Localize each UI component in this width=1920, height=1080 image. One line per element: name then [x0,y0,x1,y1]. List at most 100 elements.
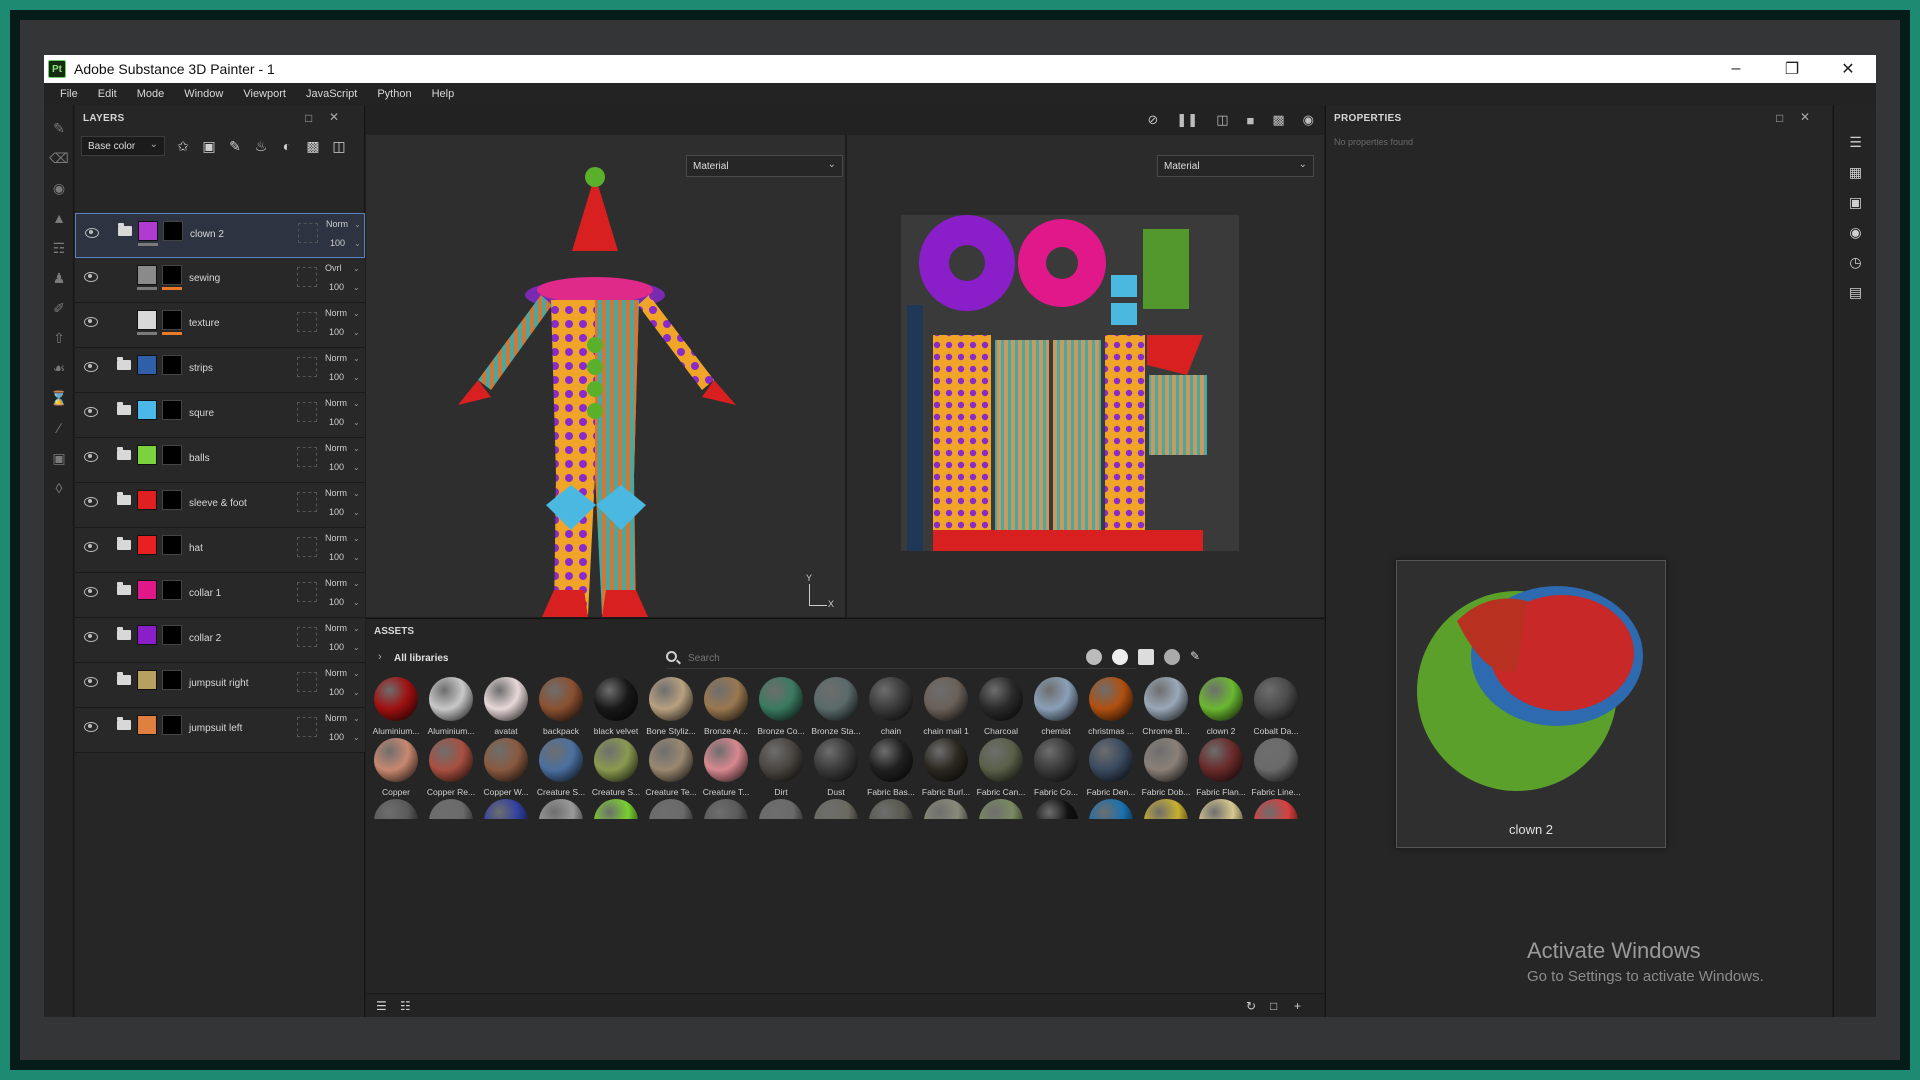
layer-row[interactable]: sewing Ovrl ⌄ 100 ⌄ [75,258,365,303]
blend-mode[interactable]: Norm [325,353,347,363]
hide-ui-icon[interactable]: ⊘ [1148,112,1159,128]
layer-opacity[interactable]: 100 [329,642,344,652]
blend-mode[interactable]: Norm [325,398,347,408]
layer-row[interactable]: collar 1 Norm ⌄ 100 ⌄ [75,573,365,618]
add-smart-material-icon[interactable]: ◐ [279,138,295,154]
asset-item[interactable]: Creature Te... [645,738,697,797]
menu-viewport[interactable]: Viewport [233,88,296,100]
asset-item[interactable] [645,799,697,819]
paint-brush-icon[interactable]: ✎ [44,113,74,143]
add-folder-icon[interactable]: ▩ [305,138,321,155]
asset-item[interactable]: Dust [810,738,862,797]
layer-opacity[interactable]: 100 [329,417,344,427]
layer-row[interactable]: squre Norm ⌄ 100 ⌄ [75,393,365,438]
asset-item[interactable]: Cobalt Da... [1250,677,1302,736]
blend-mode[interactable]: Ovrl [325,263,342,273]
asset-item[interactable] [975,799,1027,819]
filter-smart-materials-icon[interactable] [1086,649,1102,665]
close-button[interactable]: ✕ [1820,55,1876,83]
restore-button[interactable]: ❐ [1764,55,1820,83]
undock-icon[interactable]: □ [1776,111,1784,125]
delete-layer-icon[interactable]: ◫ [331,138,347,155]
list-view-icon[interactable]: ☰ [376,999,387,1013]
asset-item[interactable] [590,799,642,819]
symmetry-icon[interactable]: ◫ [1216,112,1228,128]
menu-window[interactable]: Window [174,88,233,100]
asset-item[interactable] [1195,799,1247,819]
add-effect-icon[interactable]: ✩ [175,138,191,155]
search-input[interactable] [688,649,1128,667]
screenshot-icon[interactable]: ◉ [1303,112,1314,128]
minimize-button[interactable]: – [1708,55,1764,83]
layer-selection-box[interactable] [298,223,318,243]
close-panel-icon[interactable]: ✕ [1800,110,1810,124]
layer-selection-box[interactable] [297,627,317,647]
asset-item[interactable]: Copper [370,738,422,797]
asset-item[interactable] [1140,799,1192,819]
asset-item[interactable]: Creature S... [535,738,587,797]
asset-item[interactable]: Creature T... [700,738,752,797]
display-settings-icon[interactable]: ▣ [1834,187,1876,217]
blend-mode[interactable]: Norm [325,488,347,498]
layer-opacity[interactable]: 100 [329,732,344,742]
asset-item[interactable] [865,799,917,819]
pause-icon[interactable]: ❚❚ [1176,112,1198,128]
eye-icon[interactable] [85,228,99,238]
measure-icon[interactable]: ∕ [44,413,74,443]
refresh-icon[interactable]: ↻ [1246,999,1256,1013]
layer-opacity[interactable]: 100 [329,687,344,697]
eye-icon[interactable] [84,317,98,327]
layer-row[interactable]: balls Norm ⌄ 100 ⌄ [75,438,365,483]
eye-icon[interactable] [84,722,98,732]
asset-item[interactable]: Fabric Dob... [1140,738,1192,797]
layer-opacity[interactable]: 100 [329,372,344,382]
asset-item[interactable]: Fabric Den... [1085,738,1137,797]
asset-item[interactable]: Bone Styliz... [645,677,697,736]
asset-item[interactable]: Fabric Burl... [920,738,972,797]
channel-dropdown[interactable]: Base color ⌄ [81,136,165,156]
smudge-icon[interactable]: ☶ [44,233,74,263]
layer-row[interactable]: collar 2 Norm ⌄ 100 ⌄ [75,618,365,663]
clone-stamp-icon[interactable]: ♟ [44,263,74,293]
filter-brushes-icon[interactable]: ✎ [1190,649,1206,665]
new-library-icon[interactable]: □ [1270,999,1277,1013]
menu-javascript[interactable]: JavaScript [296,88,367,100]
asset-item[interactable]: chemist [1030,677,1082,736]
asset-item[interactable]: Fabric Flan... [1195,738,1247,797]
blend-mode[interactable]: Norm [325,533,347,543]
asset-item[interactable]: avatat [480,677,532,736]
layer-selection-box[interactable] [297,447,317,467]
chevron-right-icon[interactable]: › [378,651,382,663]
layer-row[interactable]: clown 2 Norm ⌄ 100 ⌄ [75,213,365,258]
asset-item[interactable]: Bronze Co... [755,677,807,736]
asset-item[interactable]: Chrome Bl... [1140,677,1192,736]
asset-item[interactable]: Bronze Sta... [810,677,862,736]
asset-item[interactable]: Aluminium... [425,677,477,736]
blend-mode[interactable]: Norm [325,578,347,588]
asset-item[interactable] [810,799,862,819]
menu-help[interactable]: Help [422,88,465,100]
layer-selection-box[interactable] [297,537,317,557]
asset-item[interactable]: Aluminium... [370,677,422,736]
log-icon[interactable]: ▤ [1834,277,1876,307]
hourglass-icon[interactable]: ⌛ [44,383,74,413]
asset-item[interactable]: backpack [535,677,587,736]
layer-opacity[interactable]: 100 [329,552,344,562]
menu-python[interactable]: Python [367,88,421,100]
texture-set-list-icon[interactable]: ☰ [1834,127,1876,157]
asset-item[interactable]: Charcoal [975,677,1027,736]
layer-selection-box[interactable] [297,267,317,287]
add-fill-layer-icon[interactable]: ♨ [253,138,269,155]
eye-icon[interactable] [84,632,98,642]
asset-item[interactable]: Copper W... [480,738,532,797]
projection-icon[interactable]: ◉ [44,173,74,203]
asset-item[interactable] [535,799,587,819]
eye-icon[interactable] [84,452,98,462]
asset-item[interactable]: chain [865,677,917,736]
asset-item[interactable] [480,799,532,819]
eye-icon[interactable] [84,497,98,507]
eye-icon[interactable] [84,407,98,417]
asset-item[interactable]: Dirt [755,738,807,797]
layer-selection-box[interactable] [297,357,317,377]
camera-icon[interactable]: ▩ [1272,112,1284,128]
